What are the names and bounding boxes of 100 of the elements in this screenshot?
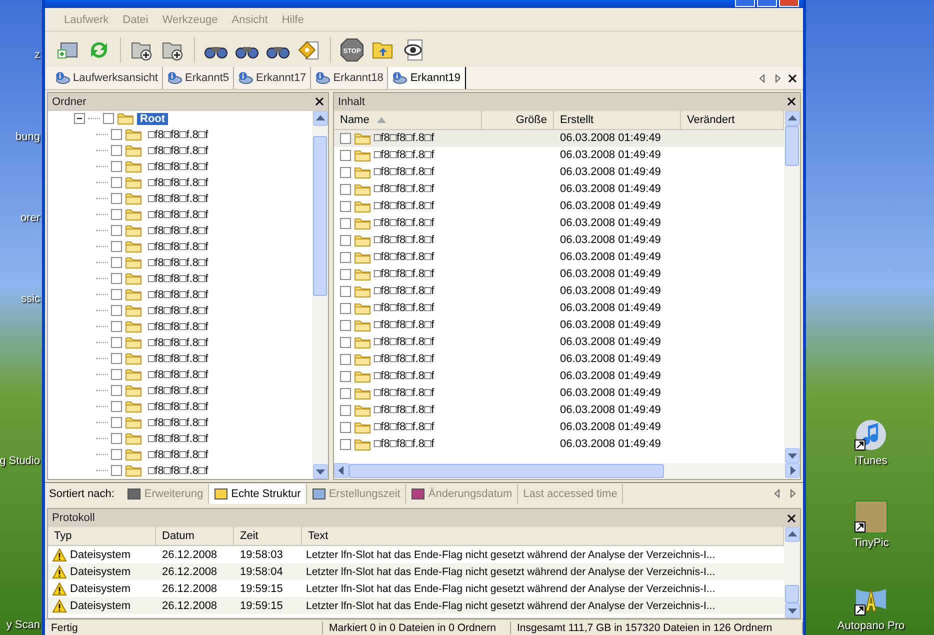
tree-item[interactable]: Root bbox=[137, 112, 168, 125]
tree-item[interactable]: □f8□f8□f.8□f bbox=[145, 416, 212, 429]
tree-item[interactable]: □f8□f8□f.8□f bbox=[145, 240, 212, 253]
tab[interactable]: Erkannt19 bbox=[388, 67, 466, 89]
checkbox[interactable] bbox=[111, 305, 122, 316]
scrollbar-thumb[interactable] bbox=[785, 585, 799, 604]
scrollbar[interactable] bbox=[312, 110, 328, 479]
column-header[interactable]: Datum bbox=[156, 527, 234, 546]
tree-item[interactable]: □f8□f8□f.8□f bbox=[145, 336, 212, 349]
tree-item[interactable]: □f8□f8□f.8□f bbox=[145, 208, 212, 221]
checkbox[interactable] bbox=[340, 354, 351, 365]
column-header[interactable]: Erstellt bbox=[554, 110, 681, 130]
checkbox[interactable] bbox=[340, 252, 351, 263]
column-header[interactable]: Größe bbox=[482, 110, 554, 130]
tab[interactable]: Erkannt17 bbox=[234, 67, 312, 89]
scrollbar[interactable] bbox=[334, 462, 800, 479]
scrollbar[interactable] bbox=[784, 527, 800, 618]
tree-item[interactable]: □f8□f8□f.8□f bbox=[145, 432, 212, 445]
tree-item[interactable]: □f8□f8□f.8□f bbox=[145, 448, 212, 461]
checkbox[interactable] bbox=[111, 193, 122, 204]
checkbox[interactable] bbox=[340, 200, 351, 212]
checkbox[interactable] bbox=[103, 113, 114, 124]
checkbox[interactable] bbox=[111, 369, 122, 380]
scroll-up-icon[interactable] bbox=[316, 114, 324, 123]
desktop-icon-label[interactable]: Autopano Pro bbox=[837, 620, 905, 632]
close-icon[interactable] bbox=[787, 97, 796, 106]
scroll-right-icon[interactable] bbox=[788, 489, 797, 498]
scroll-down-icon[interactable] bbox=[788, 450, 796, 460]
checkbox[interactable] bbox=[340, 422, 351, 433]
checkbox[interactable] bbox=[111, 353, 122, 364]
scroll-up-icon[interactable] bbox=[788, 114, 796, 123]
scrollbar-thumb[interactable] bbox=[313, 136, 327, 296]
checkbox[interactable] bbox=[340, 218, 351, 229]
maximize-button[interactable] bbox=[757, 0, 777, 7]
table-row[interactable]: □f8□f8□f.8□f 06.03.2008 01:49:49 bbox=[334, 130, 784, 147]
tree-item[interactable]: □f8□f8□f.8□f bbox=[145, 288, 212, 301]
checkbox[interactable] bbox=[340, 268, 351, 280]
tree-item[interactable]: □f8□f8□f.8□f bbox=[145, 384, 212, 397]
scroll-right-icon[interactable] bbox=[773, 74, 782, 83]
close-icon[interactable] bbox=[315, 97, 324, 106]
checkbox[interactable] bbox=[111, 417, 122, 428]
column-header[interactable]: Text bbox=[302, 527, 784, 546]
column-header[interactable]: Name bbox=[334, 110, 482, 130]
checkbox[interactable] bbox=[340, 184, 351, 195]
checkbox[interactable] bbox=[111, 449, 122, 460]
checkbox[interactable] bbox=[111, 465, 122, 476]
scroll-down-icon[interactable] bbox=[788, 606, 796, 616]
scroll-up-icon[interactable] bbox=[788, 530, 796, 540]
tree-item[interactable]: □f8□f8□f.8□f bbox=[145, 224, 212, 237]
tree-item[interactable]: □f8□f8□f.8□f bbox=[145, 144, 212, 157]
checkbox[interactable] bbox=[340, 336, 351, 348]
scroll-left-icon[interactable] bbox=[773, 489, 782, 498]
desktop-icon-label[interactable]: TinyPic bbox=[853, 537, 889, 549]
checkbox[interactable] bbox=[111, 209, 122, 220]
tree-item[interactable]: □f8□f8□f.8□f bbox=[145, 352, 212, 365]
column-header[interactable]: Verändert bbox=[681, 110, 784, 130]
checkbox[interactable] bbox=[340, 286, 351, 297]
checkbox[interactable] bbox=[340, 438, 351, 450]
column-header[interactable]: Typ bbox=[48, 527, 156, 546]
tree-item[interactable]: □f8□f8□f.8□f bbox=[145, 176, 212, 189]
checkbox[interactable] bbox=[340, 404, 351, 416]
scroll-down-icon[interactable] bbox=[316, 466, 324, 476]
close-icon[interactable] bbox=[787, 514, 796, 523]
checkbox[interactable] bbox=[111, 177, 122, 188]
minimize-button[interactable] bbox=[735, 0, 755, 7]
checkbox[interactable] bbox=[111, 129, 122, 140]
scrollbar-thumb[interactable] bbox=[349, 464, 664, 478]
tree-item[interactable]: □f8□f8□f.8□f bbox=[145, 256, 212, 269]
minus-icon[interactable] bbox=[77, 116, 82, 122]
column-header[interactable]: Zeit bbox=[234, 527, 302, 546]
checkbox[interactable] bbox=[340, 132, 351, 144]
tree-item[interactable]: □f8□f8□f.8□f bbox=[145, 272, 212, 285]
checkbox[interactable] bbox=[340, 150, 351, 161]
desktop-icon-label[interactable]: iTunes bbox=[854, 455, 888, 467]
scroll-left-icon[interactable] bbox=[337, 466, 346, 476]
checkbox[interactable] bbox=[111, 273, 122, 284]
scroll-right-icon[interactable] bbox=[788, 466, 797, 476]
checkbox[interactable] bbox=[111, 385, 122, 396]
checkbox[interactable] bbox=[340, 302, 351, 314]
tab[interactable]: Erkannt5 bbox=[163, 67, 234, 89]
tree-item[interactable]: □f8□f8□f.8□f bbox=[145, 192, 212, 205]
checkbox[interactable] bbox=[111, 161, 122, 172]
scrollbar[interactable] bbox=[784, 110, 800, 463]
checkbox[interactable] bbox=[111, 289, 122, 300]
checkbox[interactable] bbox=[340, 370, 351, 382]
checkbox[interactable] bbox=[111, 401, 122, 412]
tree-item[interactable]: □f8□f8□f.8□f bbox=[145, 320, 212, 333]
tab[interactable]: Laufwerksansicht bbox=[51, 67, 163, 89]
tree-item[interactable]: □f8□f8□f.8□f bbox=[145, 304, 212, 317]
close-button[interactable] bbox=[779, 0, 799, 7]
checkbox[interactable] bbox=[111, 321, 122, 332]
checkbox[interactable] bbox=[111, 145, 122, 156]
checkbox[interactable] bbox=[340, 234, 351, 246]
tree-item[interactable]: □f8□f8□f.8□f bbox=[145, 160, 212, 173]
checkbox[interactable] bbox=[111, 433, 122, 444]
checkbox[interactable] bbox=[111, 225, 122, 236]
checkbox[interactable] bbox=[340, 166, 351, 178]
tree-item[interactable]: □f8□f8□f.8□f bbox=[145, 400, 212, 413]
checkbox[interactable] bbox=[340, 388, 351, 399]
checkbox[interactable] bbox=[111, 257, 122, 268]
